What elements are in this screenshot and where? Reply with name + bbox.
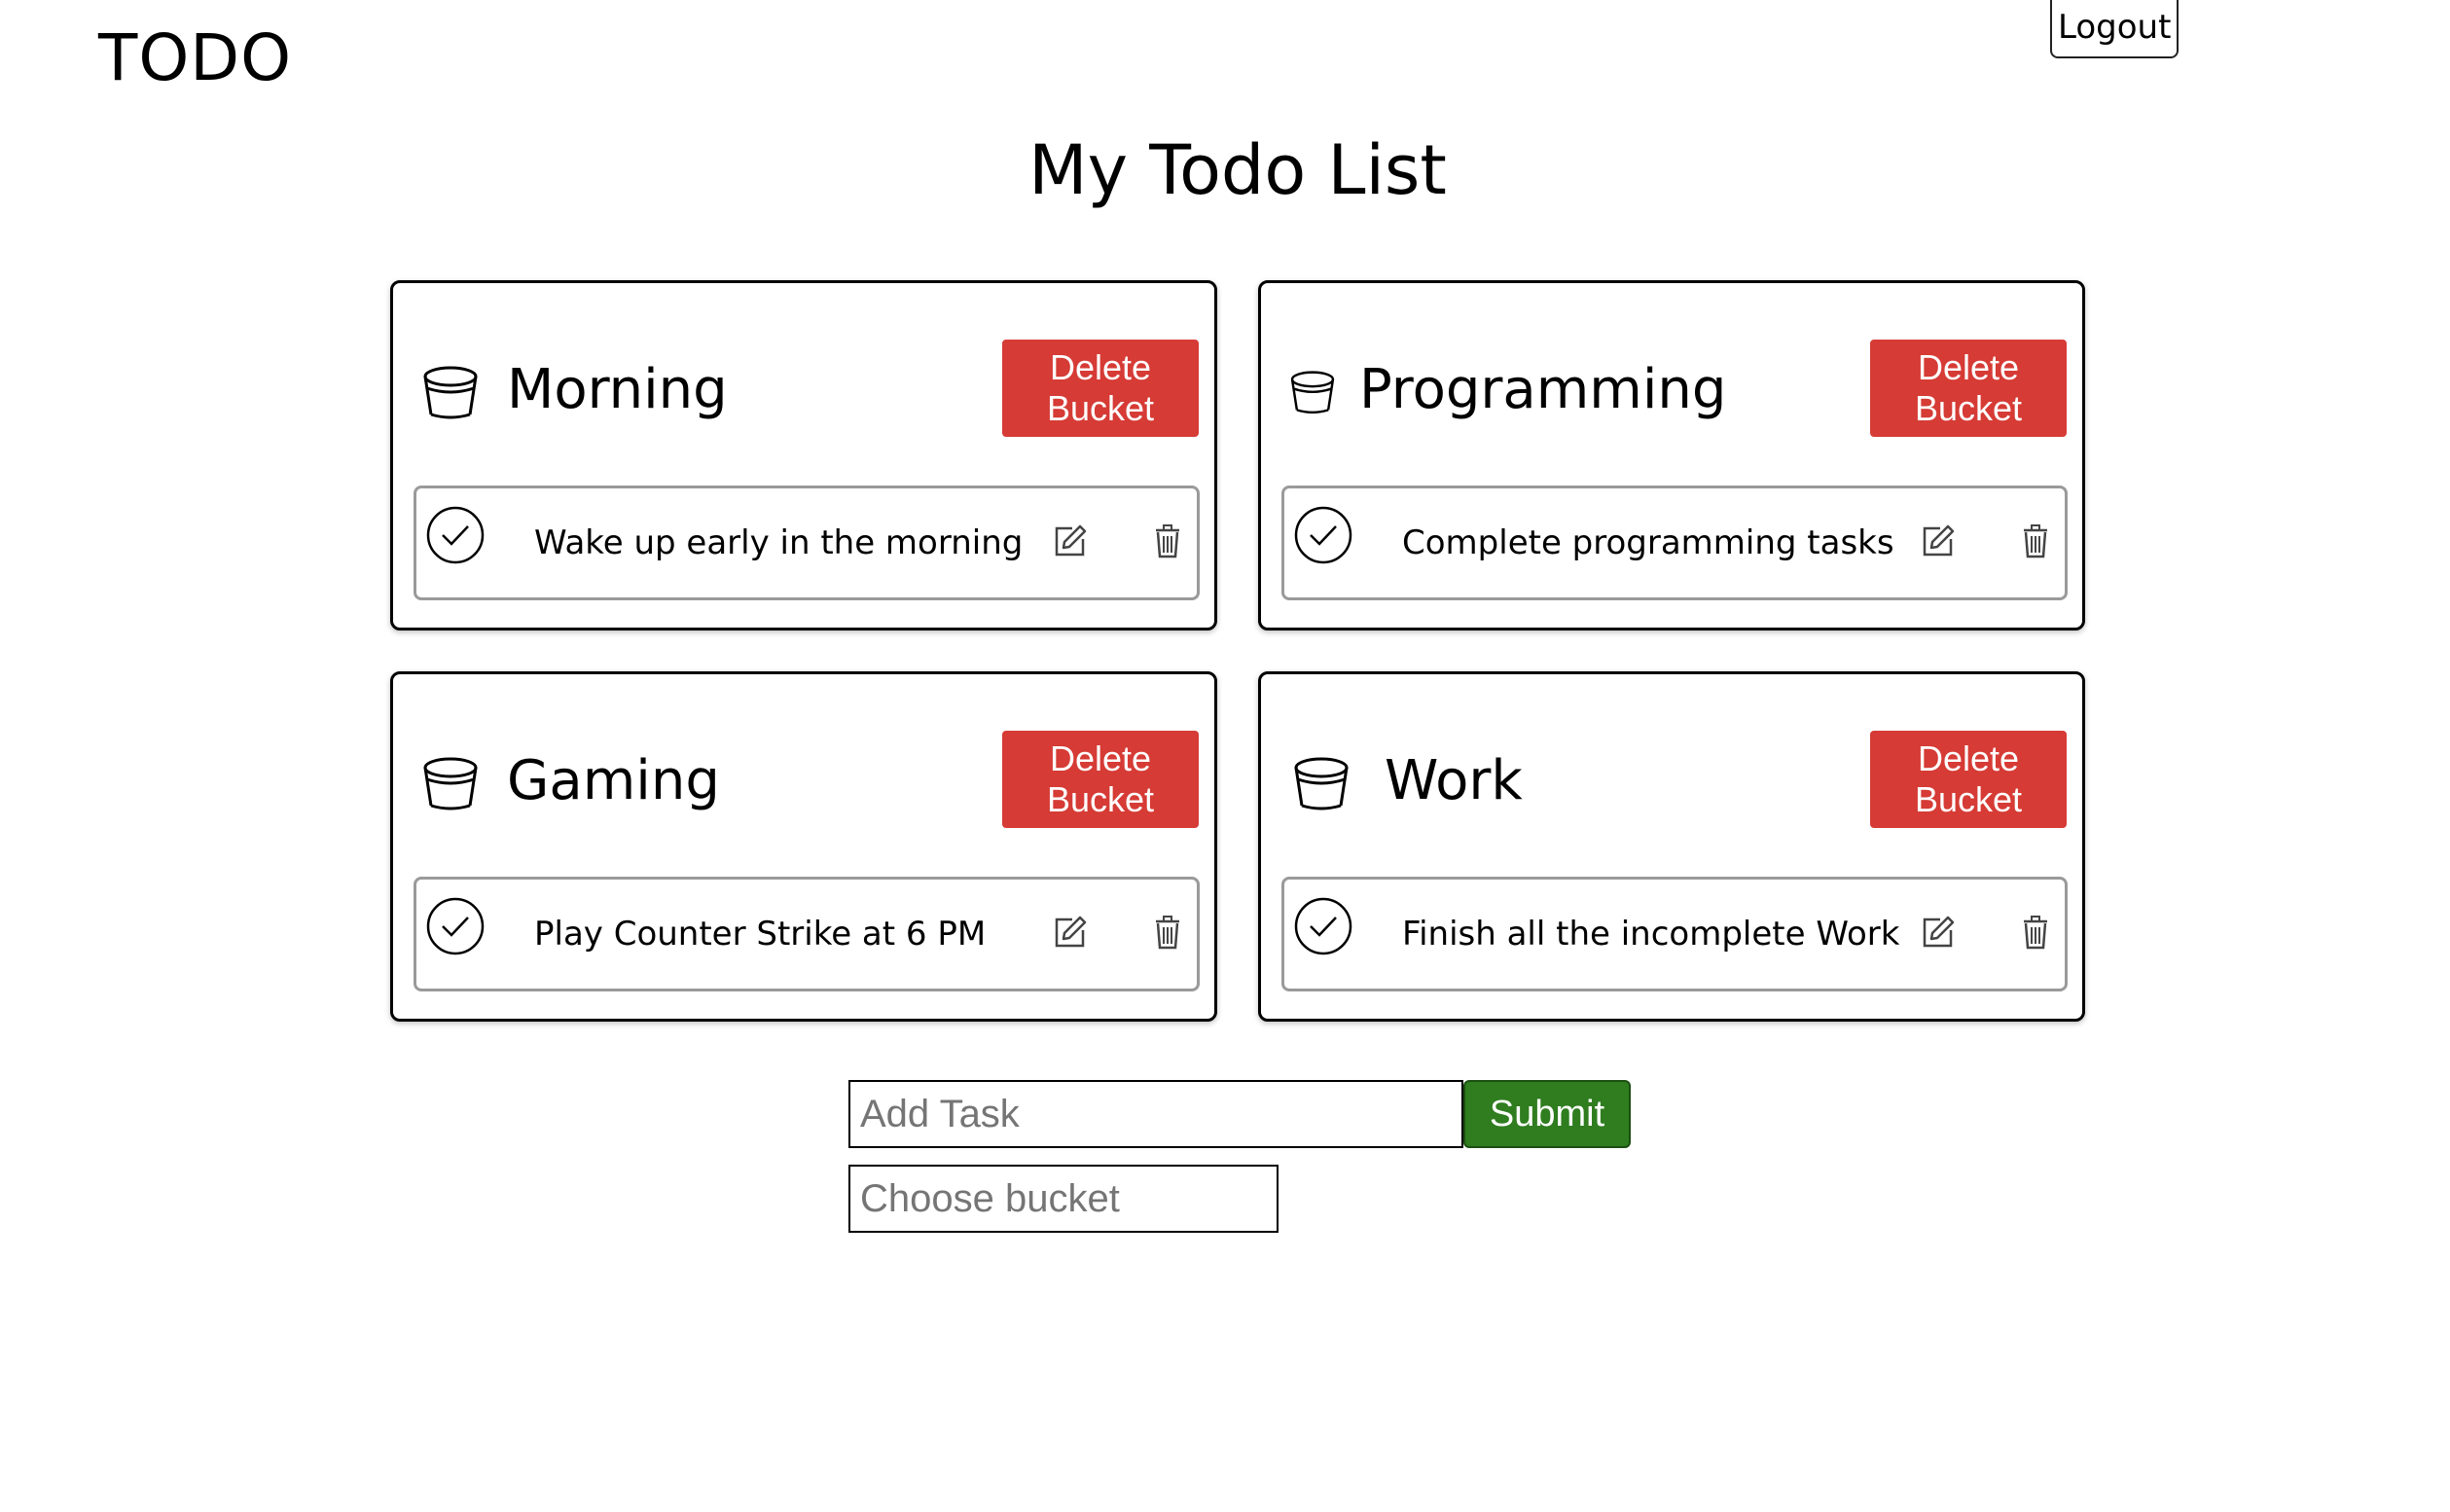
edit-icon[interactable] <box>1053 915 1088 950</box>
bucket-icon <box>423 366 478 419</box>
bucket-card-work: Work Delete Bucket Finish all the incomp… <box>1258 671 2085 1022</box>
add-task-input[interactable] <box>848 1080 1463 1148</box>
trash-icon[interactable] <box>2021 523 2050 558</box>
check-circle-icon[interactable] <box>1293 505 1353 565</box>
check-circle-icon[interactable] <box>425 505 486 565</box>
todo-page: TODO Logout My Todo List Morning Delete … <box>0 0 2450 1512</box>
submit-button[interactable]: Submit <box>1463 1080 1631 1148</box>
edit-icon[interactable] <box>1053 523 1088 558</box>
bucket-icon <box>1294 757 1349 810</box>
page-title: My Todo List <box>1028 130 1447 210</box>
task-item: Play Counter Strike at 6 PM <box>414 877 1200 991</box>
check-circle-icon[interactable] <box>425 896 486 956</box>
task-text: Complete programming tasks <box>1402 523 1894 562</box>
task-item: Complete programming tasks <box>1281 486 2068 600</box>
logout-button[interactable]: Logout <box>2050 0 2179 58</box>
bucket-icon <box>423 757 478 810</box>
delete-bucket-button[interactable]: Delete Bucket <box>1870 731 2067 828</box>
task-text: Wake up early in the morning <box>534 523 1024 562</box>
delete-bucket-button[interactable]: Delete Bucket <box>1870 340 2067 437</box>
trash-icon[interactable] <box>2021 915 2050 950</box>
edit-icon[interactable] <box>1921 915 1956 950</box>
choose-bucket-input[interactable] <box>848 1165 1279 1233</box>
delete-bucket-button[interactable]: Delete Bucket <box>1002 731 1199 828</box>
task-text: Play Counter Strike at 6 PM <box>534 915 987 954</box>
check-circle-icon[interactable] <box>1293 896 1353 956</box>
bucket-card-morning: Morning Delete Bucket Wake up early in t… <box>390 280 1217 630</box>
task-item: Wake up early in the morning <box>414 486 1200 600</box>
bucket-title: Morning <box>507 358 728 421</box>
task-item: Finish all the incomplete Work <box>1281 877 2068 991</box>
bucket-card-gaming: Gaming Delete Bucket Play Counter Strike… <box>390 671 1217 1022</box>
trash-icon[interactable] <box>1153 523 1182 558</box>
delete-bucket-button[interactable]: Delete Bucket <box>1002 340 1199 437</box>
bucket-title: Programming <box>1359 358 1727 421</box>
bucket-title: Gaming <box>507 749 720 812</box>
edit-icon[interactable] <box>1921 523 1956 558</box>
trash-icon[interactable] <box>1153 915 1182 950</box>
bucket-title: Work <box>1385 749 1523 812</box>
bucket-card-programming: Programming Delete Bucket Complete progr… <box>1258 280 2085 630</box>
bucket-icon <box>1290 371 1335 414</box>
task-text: Finish all the incomplete Work <box>1402 915 1900 954</box>
brand-logo: TODO <box>98 20 293 95</box>
